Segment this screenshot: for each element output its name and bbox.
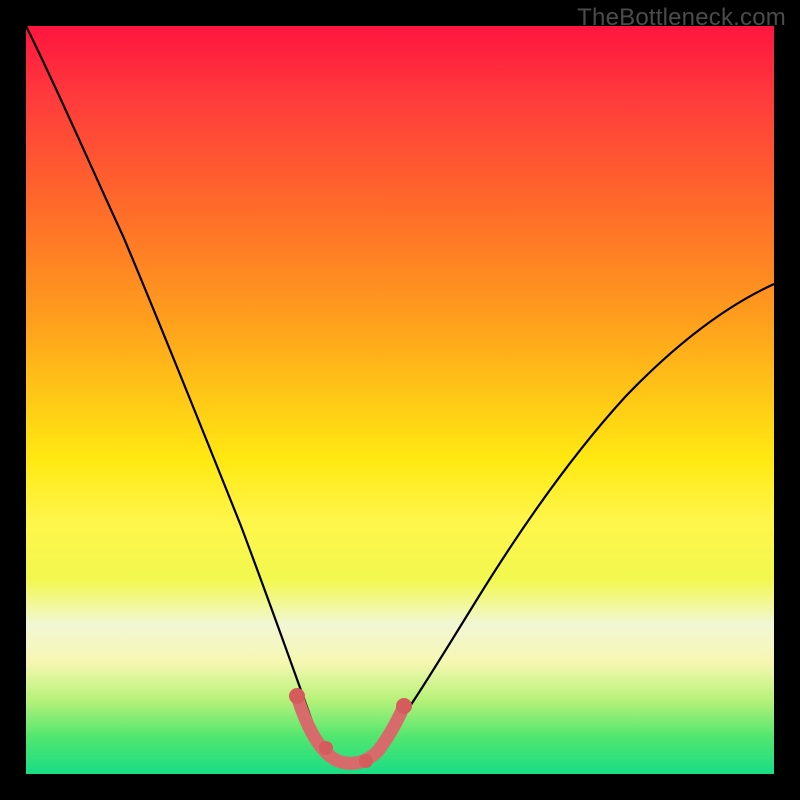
plot-area — [26, 26, 774, 774]
highlight-dot-mid1 — [319, 741, 333, 755]
highlight-dot-left — [289, 688, 305, 704]
highlight-dot-mid2 — [359, 754, 373, 768]
highlight-dot-right — [396, 698, 412, 714]
bottleneck-curve — [26, 26, 774, 774]
highlight-segment — [297, 696, 404, 763]
curve-path — [26, 26, 774, 763]
chart-frame: TheBottleneck.com — [0, 0, 800, 800]
watermark-text: TheBottleneck.com — [577, 4, 786, 32]
